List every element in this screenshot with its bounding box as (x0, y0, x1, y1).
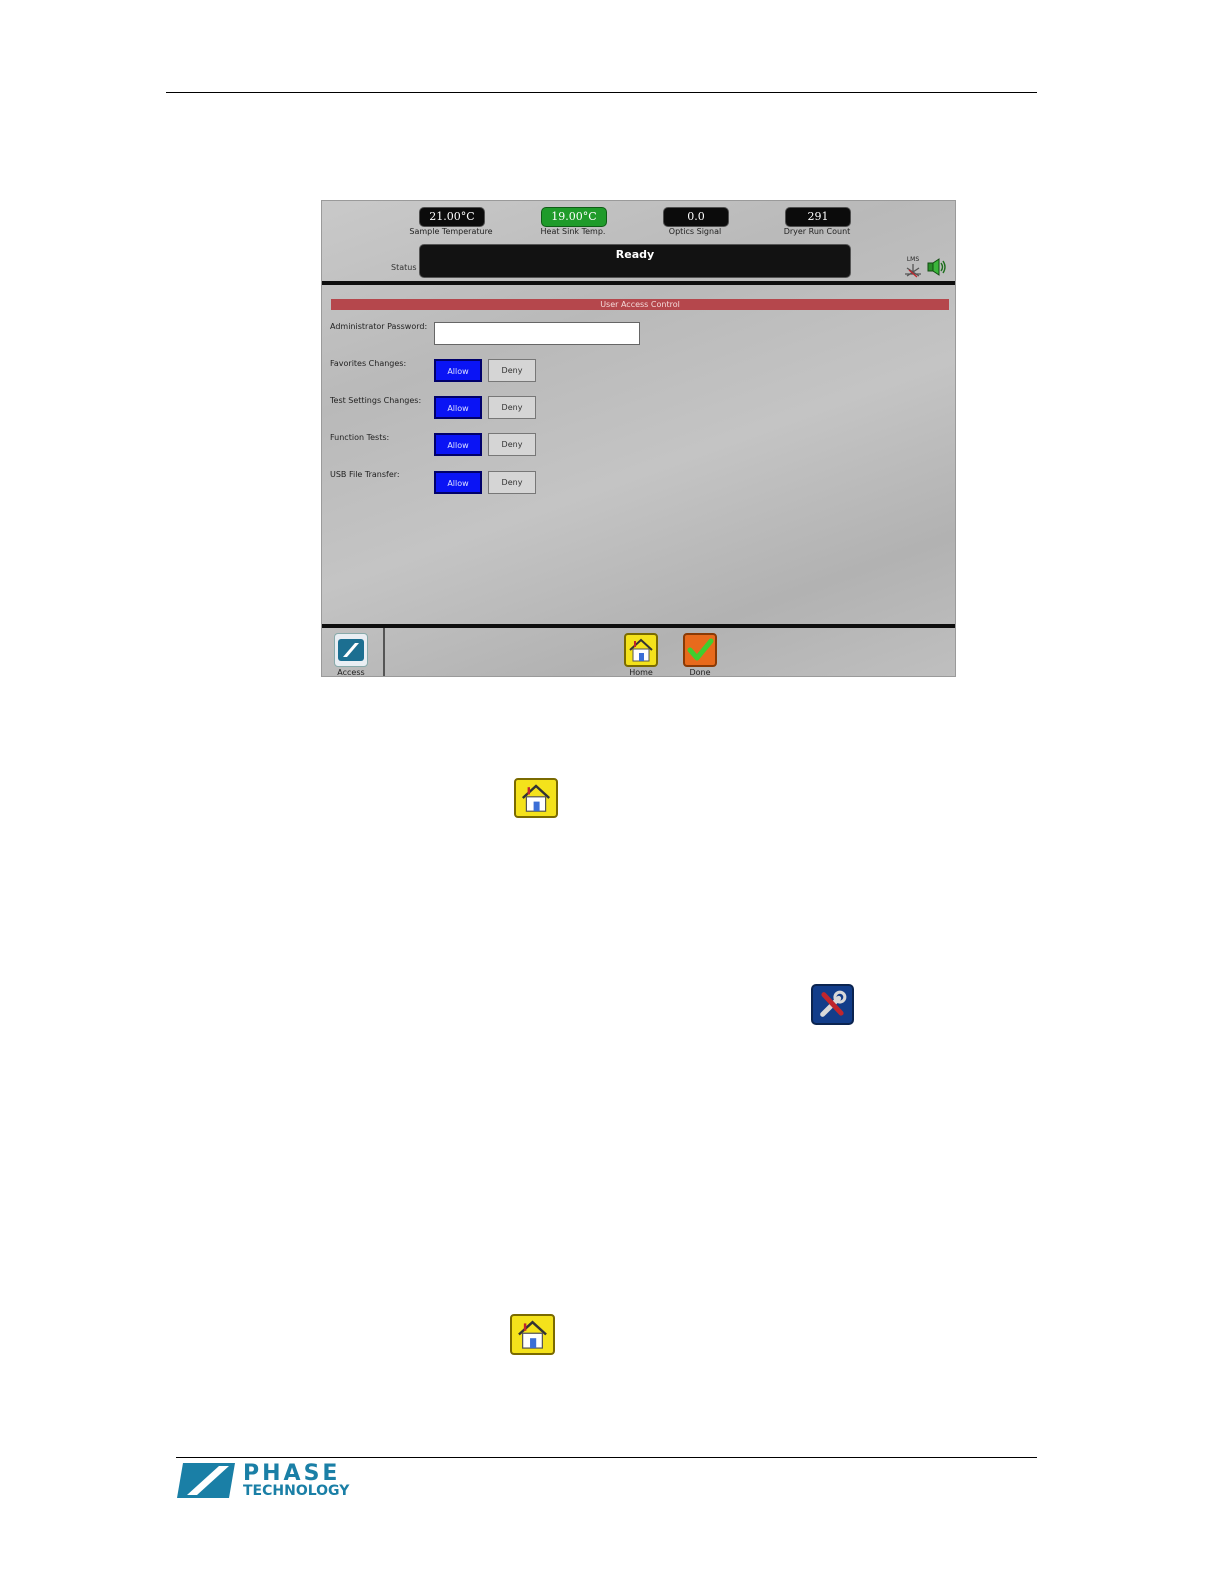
home-icon (510, 1314, 555, 1355)
sample-temperature-label: Sample Temperature (409, 227, 493, 236)
usb-file-transfer-deny-button[interactable]: Deny (488, 471, 536, 494)
home-icon (514, 778, 558, 818)
home-label: Home (629, 668, 653, 677)
usb-file-transfer-allow-button[interactable]: Allow (434, 471, 482, 494)
function-tests-label: Function Tests: (330, 433, 390, 442)
lms-label: LMS (906, 256, 920, 263)
heat-sink-temp-readout: 19.00°C (541, 207, 607, 227)
header-divider (322, 281, 955, 285)
dryer-run-count-readout: 291 (785, 207, 851, 227)
lms-icon[interactable]: LMS (903, 256, 923, 278)
phase-technology-logo: PHASE TECHNOLOGY (177, 1461, 357, 1503)
done-button[interactable] (683, 633, 717, 667)
section-title: User Access Control (331, 299, 949, 310)
favorites-allow-button[interactable]: Allow (434, 359, 482, 382)
sample-temperature-readout: 21.00°C (419, 207, 485, 227)
logo-mark-icon (177, 1463, 235, 1498)
footer-divider (322, 624, 955, 628)
admin-password-label: Administrator Password: (330, 322, 428, 331)
favorites-changes-label: Favorites Changes: (330, 359, 407, 368)
home-icon (629, 638, 653, 662)
header-rule (166, 92, 1037, 93)
function-tests-deny-button[interactable]: Deny (488, 433, 536, 456)
speaker-icon[interactable] (926, 257, 948, 277)
tools-icon (811, 984, 854, 1025)
access-button[interactable] (334, 633, 368, 667)
status-label: Status (391, 263, 417, 272)
optics-signal-readout: 0.0 (663, 207, 729, 227)
footer-rule (176, 1457, 1037, 1458)
function-tests-allow-button[interactable]: Allow (434, 433, 482, 456)
test-settings-allow-button[interactable]: Allow (434, 396, 482, 419)
access-icon (338, 639, 364, 661)
home-button[interactable] (624, 633, 658, 667)
checkmark-icon (687, 638, 714, 661)
optics-signal-label: Optics Signal (668, 227, 722, 236)
dryer-run-count-label: Dryer Run Count (783, 227, 851, 236)
done-label: Done (689, 668, 711, 677)
logo-text-technology: TECHNOLOGY (243, 1483, 350, 1499)
test-settings-deny-button[interactable]: Deny (488, 396, 536, 419)
usb-file-transfer-label: USB File Transfer: (330, 470, 400, 479)
test-settings-changes-label: Test Settings Changes: (330, 396, 422, 405)
favorites-deny-button[interactable]: Deny (488, 359, 536, 382)
user-access-control-screenshot: 21.00°C Sample Temperature 19.00°C Heat … (321, 200, 956, 677)
status-display: Ready (419, 244, 851, 278)
toolbar-separator (383, 628, 385, 676)
access-label: Access (337, 668, 365, 677)
admin-password-input[interactable] (434, 322, 640, 345)
heat-sink-temp-label: Heat Sink Temp. (540, 227, 606, 236)
